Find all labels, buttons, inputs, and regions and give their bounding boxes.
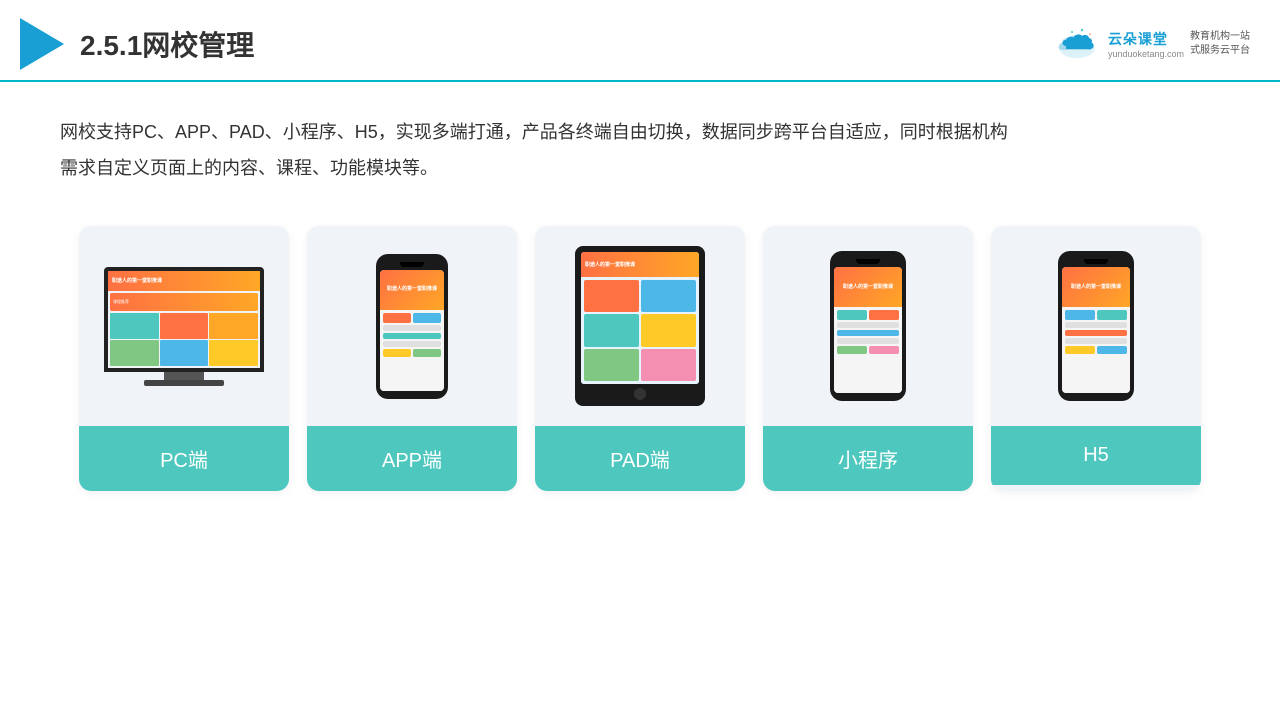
tablet-screen-content [581, 277, 699, 384]
card-pad-label: PAD端 [535, 426, 745, 491]
phone-notch-3 [1084, 259, 1108, 264]
card-app: 职途人的第一堂职推课 [307, 226, 517, 491]
card-pad-image: 职途人的第一堂职推课 [535, 226, 745, 426]
triangle-logo-icon [20, 18, 64, 70]
app-phone-mock: 职途人的第一堂职推课 [376, 254, 448, 399]
phone-banner: 职途人的第一堂职推课 [380, 270, 444, 310]
phone-screen-2: 职途人的第一堂职推课 [834, 267, 902, 393]
card-pc: 职途人的第一堂职推课 课程推荐 [79, 226, 289, 491]
pc-screen-body: 课程推荐 [108, 291, 260, 368]
logo-slogan-line1: 教育机构一站 [1190, 30, 1250, 44]
pc-screen-top: 职途人的第一堂职推课 [108, 271, 260, 291]
card-pc-label: PC端 [79, 426, 289, 491]
brand-logo: 云朵课堂 yunduoketang.com 教育机构一站 式服务云平台 [1052, 26, 1250, 62]
tablet-home-button [634, 388, 646, 400]
card-miniprogram-label: 小程序 [763, 426, 973, 491]
logo-slogan-line2: 式服务云平台 [1190, 44, 1250, 58]
h5-phone-mock: 职途人的第一堂职推课 [1058, 251, 1134, 401]
card-miniprogram-image: 职途人的第一堂职推课 [763, 226, 973, 426]
card-h5: 职途人的第一堂职推课 [991, 226, 1201, 491]
pc-device-mock: 职途人的第一堂职推课 课程推荐 [104, 267, 264, 386]
card-h5-image: 职途人的第一堂职推课 [991, 226, 1201, 426]
phone-banner-text: 职途人的第一堂职推课 [387, 286, 437, 293]
pc-monitor: 职途人的第一堂职推课 课程推荐 [104, 267, 264, 372]
header-right: 云朵课堂 yunduoketang.com 教育机构一站 式服务云平台 [1052, 26, 1250, 62]
card-h5-label: H5 [991, 426, 1201, 485]
phone-notch-2 [856, 259, 880, 264]
card-pc-image: 职途人的第一堂职推课 课程推荐 [79, 226, 289, 426]
card-app-label: APP端 [307, 426, 517, 491]
phone-banner-3: 职途人的第一堂职推课 [1062, 267, 1130, 307]
cards-section: 职途人的第一堂职推课 课程推荐 [0, 216, 1280, 511]
description-line2: 需求自定义页面上的内容、课程、功能模块等。 [60, 150, 1220, 186]
header-left: 2.5.1网校管理 [20, 18, 254, 70]
logo-slogan: 教育机构一站 式服务云平台 [1190, 30, 1250, 58]
tablet-mock: 职途人的第一堂职推课 [575, 246, 705, 406]
logo-url: yunduoketang.com [1108, 49, 1184, 59]
page-title: 2.5.1网校管理 [80, 24, 254, 64]
phone-screen-3: 职途人的第一堂职推课 [1062, 267, 1130, 393]
phone-banner-text-2: 职途人的第一堂职推课 [843, 284, 893, 291]
logo-text: 云朵课堂 yunduoketang.com [1108, 29, 1184, 59]
pc-screen: 职途人的第一堂职推课 课程推荐 [108, 271, 260, 368]
card-app-image: 职途人的第一堂职推课 [307, 226, 517, 426]
tablet-screen: 职途人的第一堂职推课 [581, 252, 699, 384]
pc-base [144, 380, 224, 386]
phone-body-3 [1062, 307, 1130, 393]
phone-body-2 [834, 307, 902, 393]
phone-notch [400, 262, 424, 267]
card-pad: 职途人的第一堂职推课 PAD端 [535, 226, 745, 491]
cloud-icon [1052, 26, 1102, 62]
phone-body [380, 310, 444, 391]
description-block: 网校支持PC、APP、PAD、小程序、H5，实现多端打通，产品各终端自由切换，数… [0, 82, 1280, 206]
logo-name: 云朵课堂 [1108, 29, 1168, 49]
pc-screen-brand: 职途人的第一堂职推课 [112, 277, 162, 284]
header: 2.5.1网校管理 云朵课堂 yunduoketang.com 教育机构一站 式… [0, 0, 1280, 82]
phone-banner-text-3: 职途人的第一堂职推课 [1071, 284, 1121, 291]
phone-screen: 职途人的第一堂职推课 [380, 270, 444, 391]
miniprogram-phone-mock: 职途人的第一堂职推课 [830, 251, 906, 401]
description-line1: 网校支持PC、APP、PAD、小程序、H5，实现多端打通，产品各终端自由切换，数… [60, 114, 1220, 150]
tablet-screen-top: 职途人的第一堂职推课 [581, 252, 699, 277]
card-miniprogram: 职途人的第一堂职推课 [763, 226, 973, 491]
pc-stand [164, 372, 204, 380]
phone-banner-2: 职途人的第一堂职推课 [834, 267, 902, 307]
